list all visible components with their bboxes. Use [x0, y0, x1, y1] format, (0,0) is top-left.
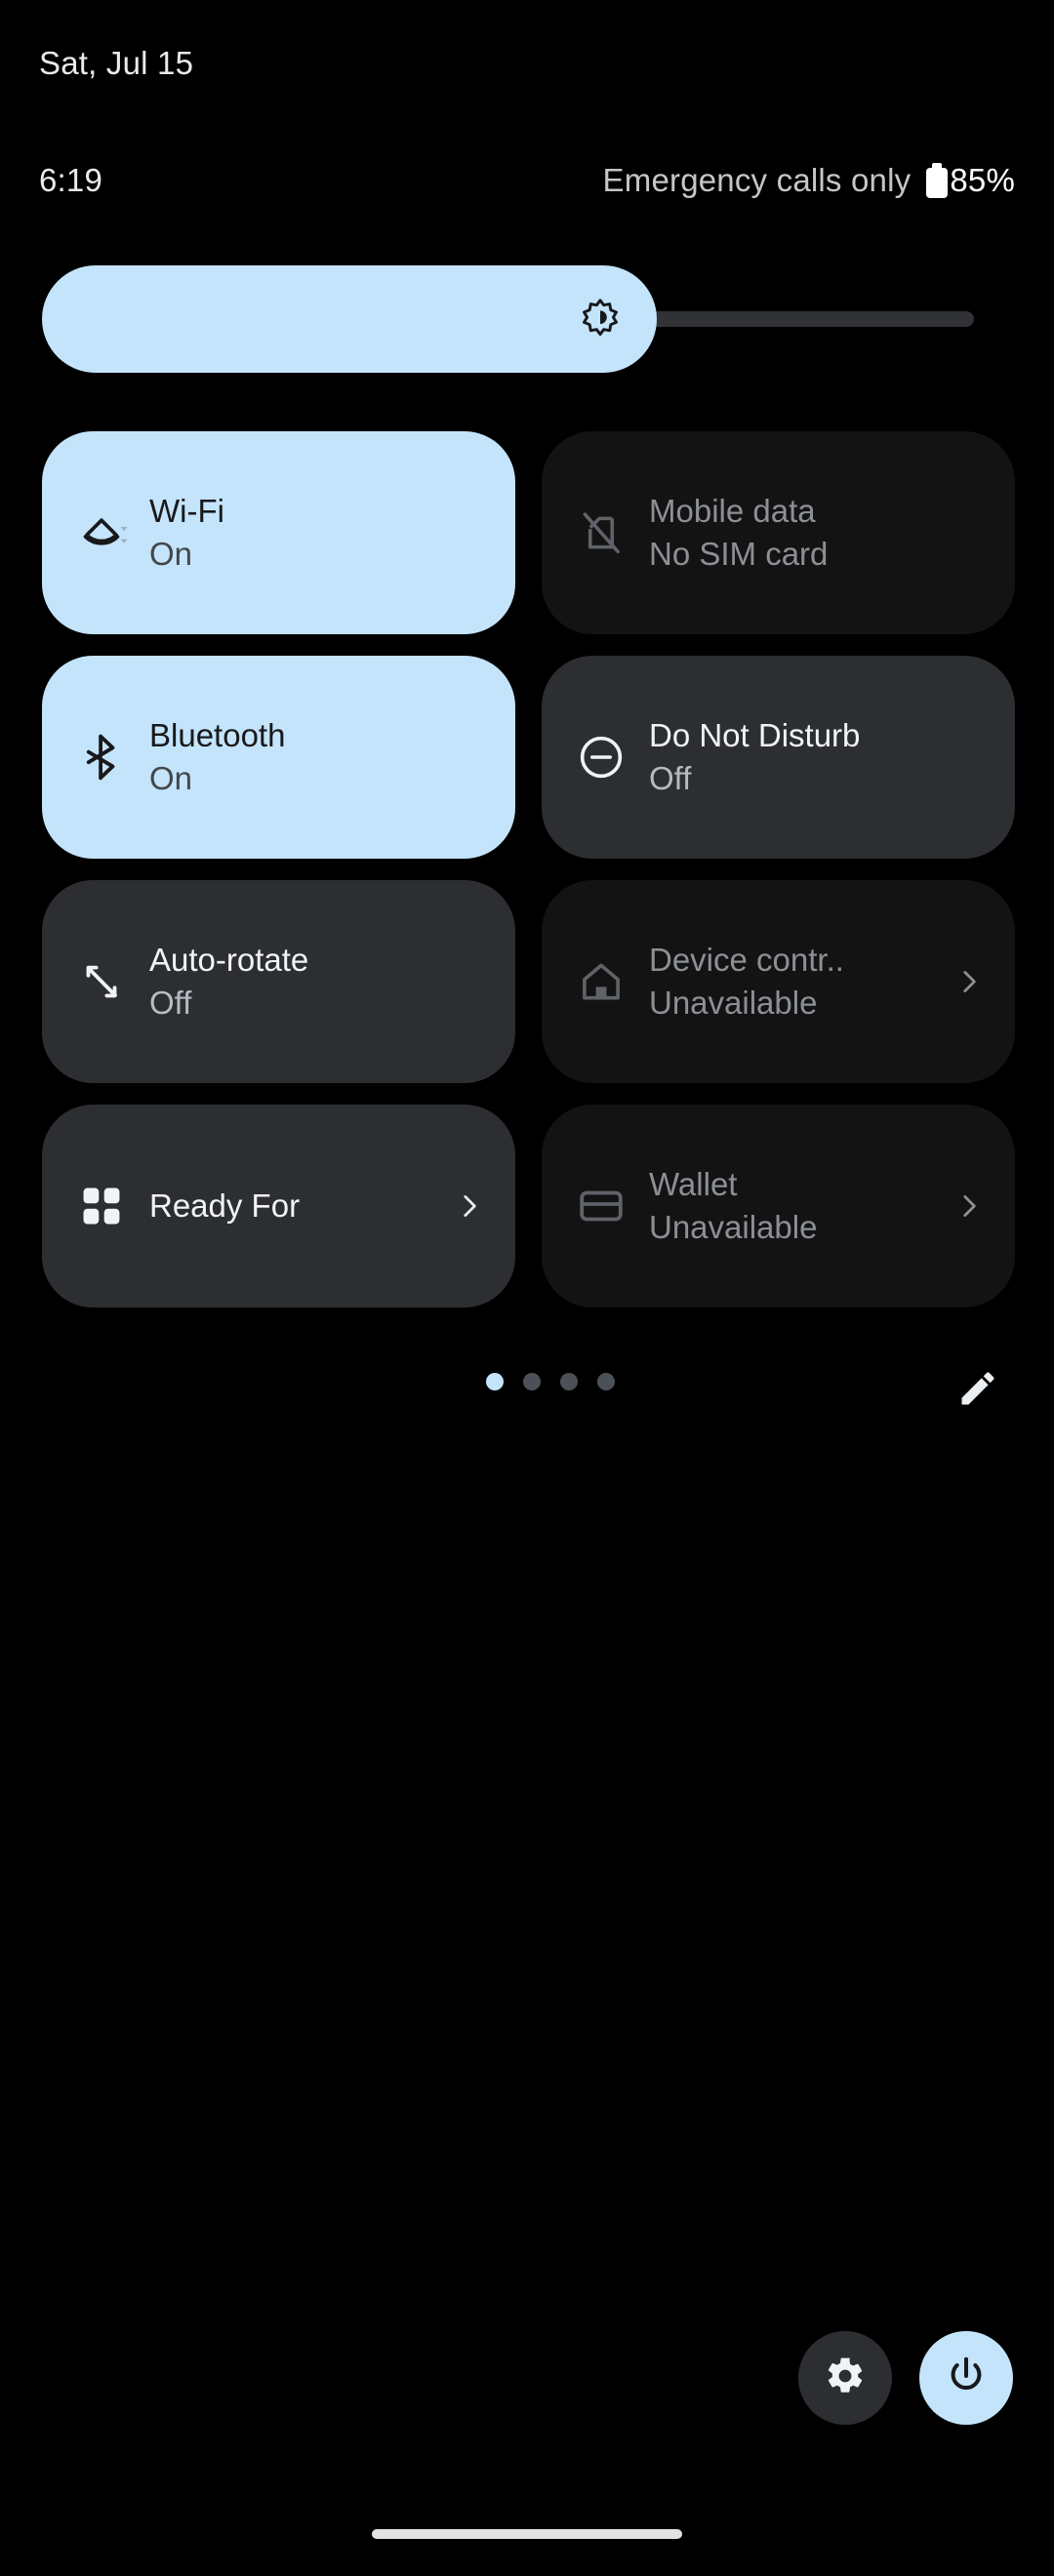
tile-subtitle: On — [149, 760, 193, 796]
tile-title: Bluetooth — [149, 717, 286, 753]
battery-icon — [926, 163, 949, 198]
power-button[interactable] — [919, 2331, 1013, 2425]
status-bar: 6:19 Emergency calls only 85% — [39, 156, 1015, 205]
tile-title: Ready For — [149, 1187, 301, 1224]
quick-settings-panel: Sat, Jul 15 6:19 Emergency calls only 85… — [0, 0, 1054, 2576]
wifi-icon — [75, 506, 128, 559]
tile-do-not-disturb[interactable]: Do Not Disturb Off — [542, 656, 1015, 859]
tile-labels: Wi-Fi On — [149, 490, 486, 576]
do-not-disturb-icon — [575, 731, 628, 784]
tile-subtitle: Off — [649, 760, 692, 796]
tile-labels: Ready For — [149, 1185, 443, 1228]
tile-title: Mobile data — [649, 493, 816, 529]
tile-title: Wallet — [649, 1166, 738, 1202]
tile-labels: Mobile data No SIM card — [649, 490, 986, 576]
tile-title: Device contr.. — [649, 942, 844, 978]
tile-ready-for[interactable]: Ready For — [42, 1105, 515, 1308]
brightness-icon — [579, 298, 622, 341]
tile-wallet[interactable]: Wallet Unavailable — [542, 1105, 1015, 1308]
credit-card-icon — [575, 1180, 628, 1232]
tile-subtitle: Unavailable — [649, 985, 818, 1021]
date-row: Sat, Jul 15 — [39, 39, 1015, 88]
tile-subtitle: Off — [149, 985, 192, 1021]
tile-title: Auto-rotate — [149, 942, 309, 978]
home-icon — [575, 955, 628, 1008]
page-indicator[interactable] — [486, 1373, 615, 1390]
page-dot-3[interactable] — [560, 1373, 578, 1390]
tile-labels: Device contr.. Unavailable — [649, 939, 943, 1025]
page-dot-4[interactable] — [597, 1373, 615, 1390]
gesture-home-bar[interactable] — [372, 2529, 682, 2539]
bluetooth-icon — [75, 731, 128, 784]
brightness-slider[interactable] — [42, 265, 974, 373]
grid-squares-icon — [75, 1180, 128, 1232]
tile-title: Wi-Fi — [149, 493, 224, 529]
page-dot-1[interactable] — [486, 1373, 504, 1390]
chevron-right-icon[interactable] — [953, 965, 986, 998]
power-icon — [944, 2354, 989, 2403]
carrier-label: Emergency calls only — [602, 162, 912, 198]
footer-buttons — [798, 2331, 1013, 2425]
date-label: Sat, Jul 15 — [39, 45, 194, 81]
quick-settings-tiles: Wi-Fi On Mobile data No SIM card Bluetooth On… — [42, 431, 1015, 1308]
tile-device-controls[interactable]: Device contr.. Unavailable — [542, 880, 1015, 1083]
brightness-fill[interactable] — [42, 265, 658, 373]
tile-labels: Do Not Disturb Off — [649, 714, 986, 800]
pager-row — [42, 1351, 1015, 1429]
page-dot-2[interactable] — [523, 1373, 541, 1390]
clock-label: 6:19 — [39, 162, 103, 198]
pencil-edit-icon[interactable] — [953, 1363, 1003, 1414]
settings-button[interactable] — [798, 2331, 892, 2425]
tile-bluetooth[interactable]: Bluetooth On — [42, 656, 515, 859]
tile-subtitle: No SIM card — [649, 536, 829, 572]
tile-labels: Wallet Unavailable — [649, 1163, 943, 1249]
auto-rotate-icon — [75, 955, 128, 1008]
tile-subtitle: Unavailable — [649, 1209, 818, 1245]
battery-percent-label: 85% — [950, 162, 1015, 198]
chevron-right-icon[interactable] — [453, 1189, 486, 1223]
status-right-group: Emergency calls only 85% — [603, 162, 1015, 199]
chevron-right-icon[interactable] — [953, 1189, 986, 1223]
tile-mobile-data[interactable]: Mobile data No SIM card — [542, 431, 1015, 634]
tile-auto-rotate[interactable]: Auto-rotate Off — [42, 880, 515, 1083]
gear-icon — [824, 2355, 867, 2402]
tile-labels: Auto-rotate Off — [149, 939, 486, 1025]
tile-title: Do Not Disturb — [649, 717, 861, 753]
sim-card-off-icon — [575, 506, 628, 559]
tile-labels: Bluetooth On — [149, 714, 486, 800]
tile-subtitle: On — [149, 536, 193, 572]
tile-wifi[interactable]: Wi-Fi On — [42, 431, 515, 634]
